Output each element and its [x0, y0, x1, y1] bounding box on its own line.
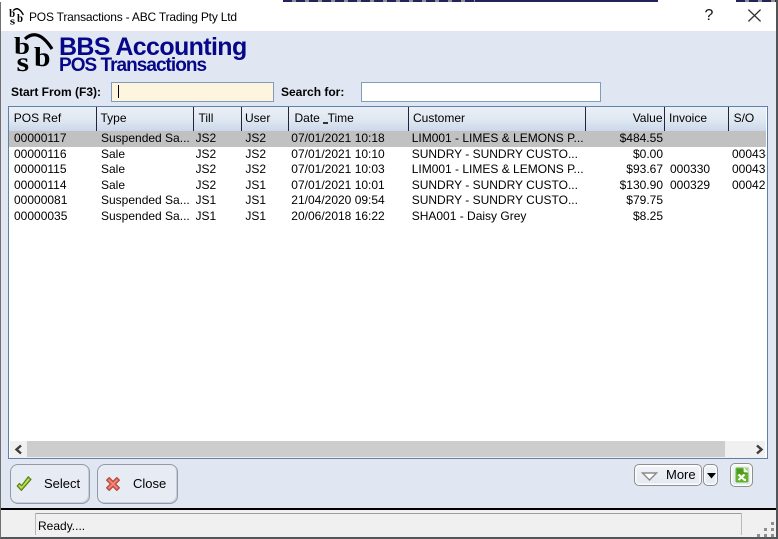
svg-text:b: b: [34, 42, 51, 72]
svg-text:s: s: [10, 16, 16, 27]
svg-text:b: b: [17, 14, 23, 26]
svg-text:s: s: [17, 47, 30, 76]
